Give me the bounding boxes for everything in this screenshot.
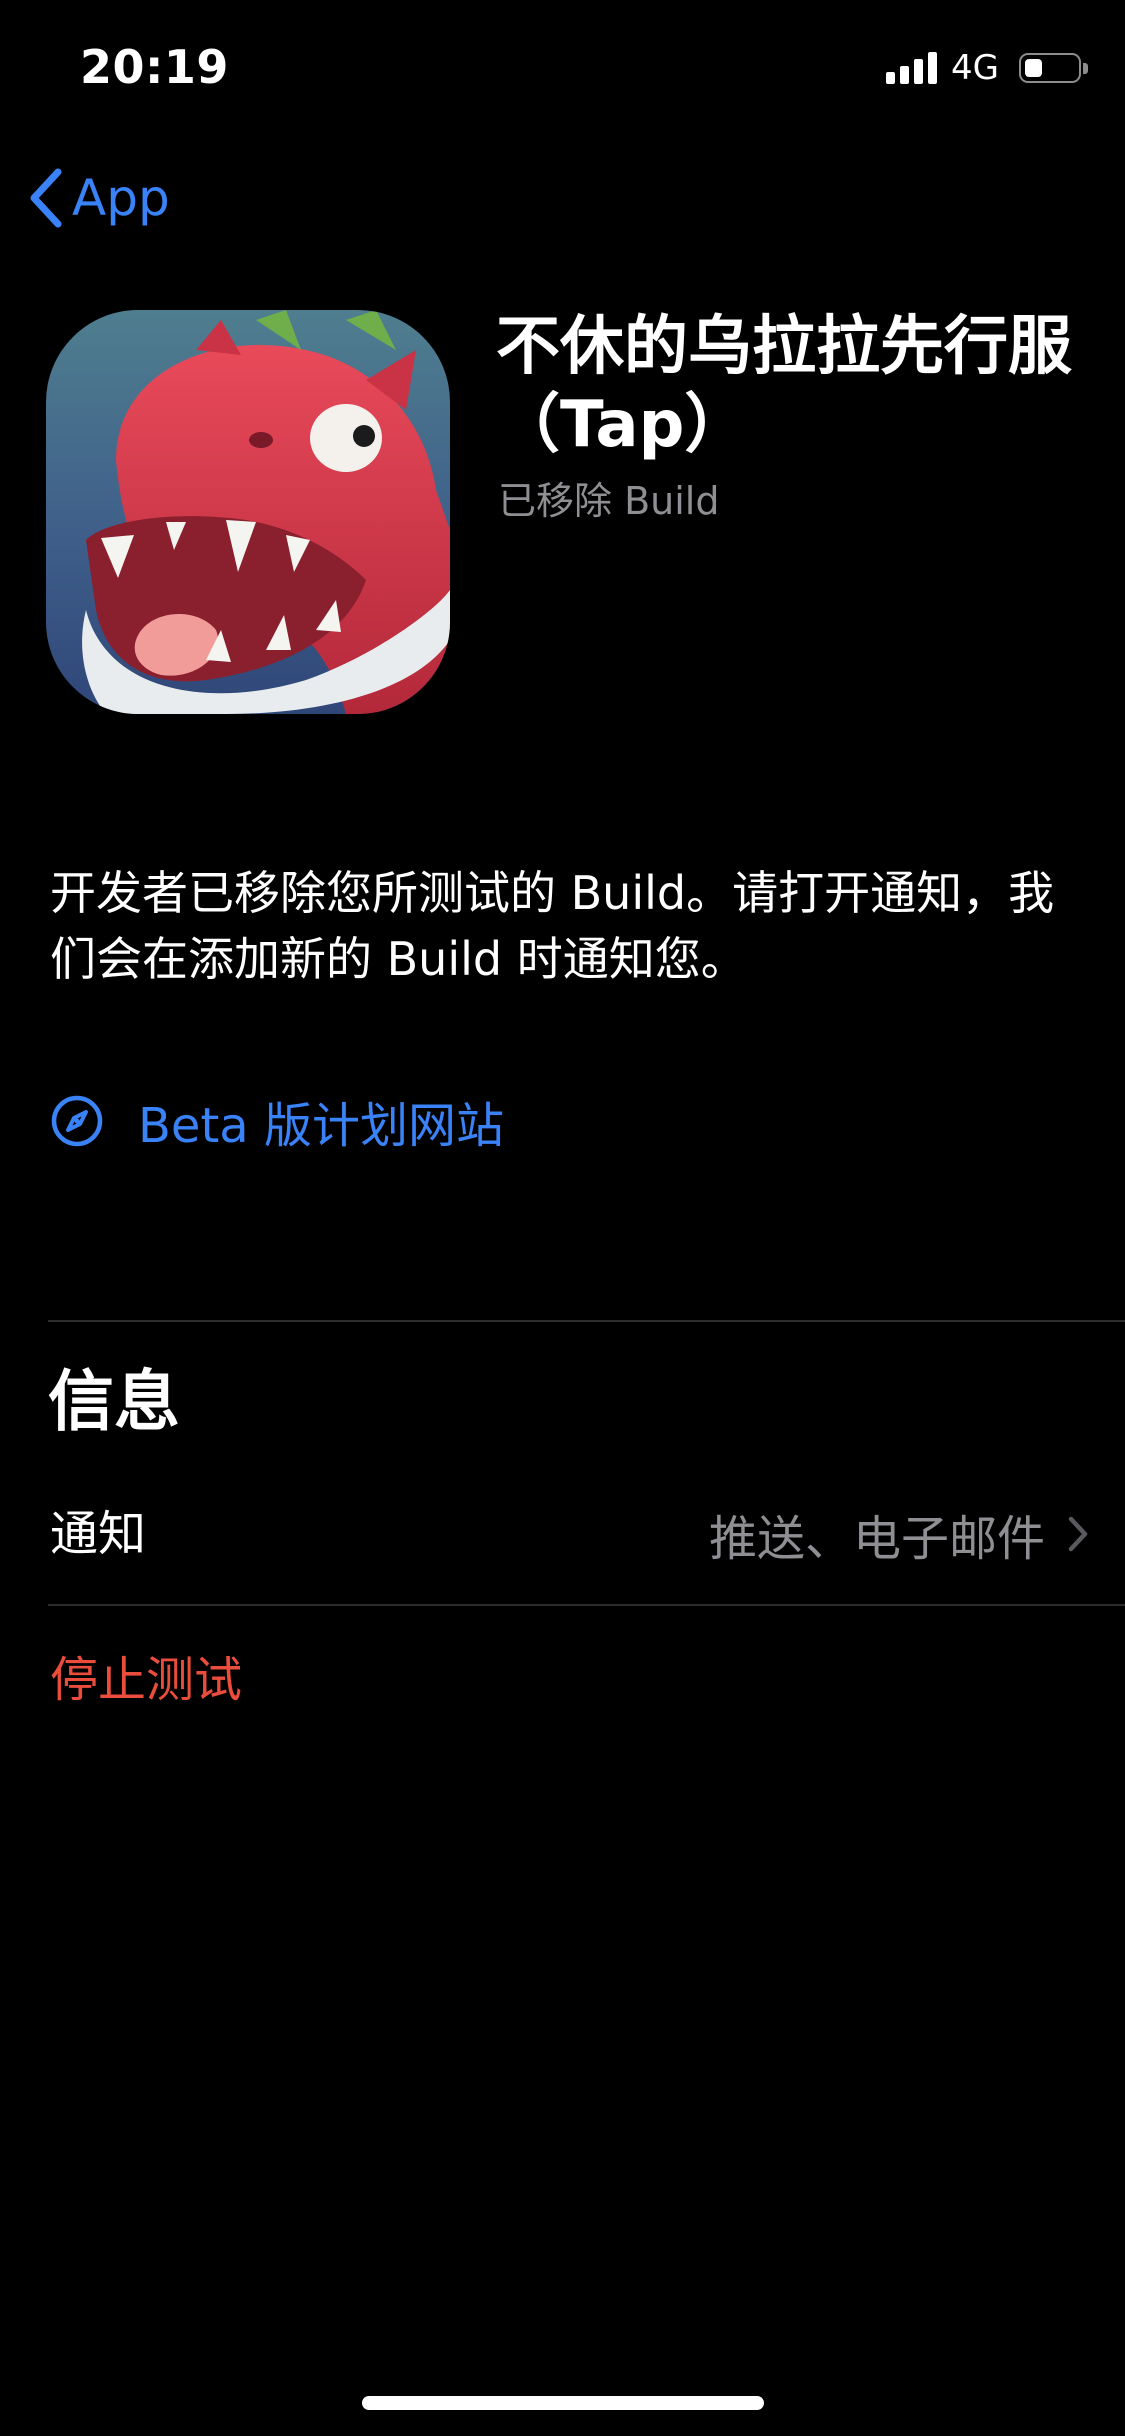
back-button-label: App: [72, 169, 170, 227]
status-time: 20:19: [80, 40, 229, 94]
chevron-right-icon: [1067, 1515, 1089, 1553]
beta-website-link[interactable]: Beta 版计划网站: [50, 1086, 504, 1156]
beta-website-label: Beta 版计划网站: [138, 1098, 504, 1154]
build-removed-message: 开发者已移除您所测试的 Build。请打开通知，我们会在添加新的 Build 时…: [50, 866, 1055, 986]
app-title: 不休的乌拉拉先行服（Tap）: [496, 310, 1072, 462]
row-divider: [48, 1604, 1125, 1606]
stop-testing-button[interactable]: 停止测试: [50, 1640, 242, 1710]
section-divider: [48, 1320, 1125, 1322]
status-bar: 20:19 4G: [0, 0, 1125, 140]
chevron-left-icon: [26, 166, 66, 230]
notifications-row[interactable]: 通知 推送、电子邮件: [0, 1464, 1125, 1604]
battery-icon: [1019, 53, 1088, 83]
notifications-value-group: 推送、电子邮件: [709, 1464, 1089, 1604]
build-status: 已移除 Build: [498, 479, 720, 523]
app-icon: [46, 310, 450, 714]
signal-icon: [886, 52, 938, 84]
status-indicators: 4G: [886, 48, 1088, 88]
network-type: 4G: [951, 48, 999, 88]
notifications-label: 通知: [50, 1506, 147, 1562]
compass-icon: [50, 1094, 104, 1148]
dinosaur-app-icon: [46, 310, 450, 714]
home-indicator: [362, 2396, 764, 2410]
back-button[interactable]: App: [26, 166, 170, 230]
info-section-title: 信息: [48, 1363, 180, 1440]
notifications-value: 推送、电子邮件: [708, 1511, 1045, 1567]
